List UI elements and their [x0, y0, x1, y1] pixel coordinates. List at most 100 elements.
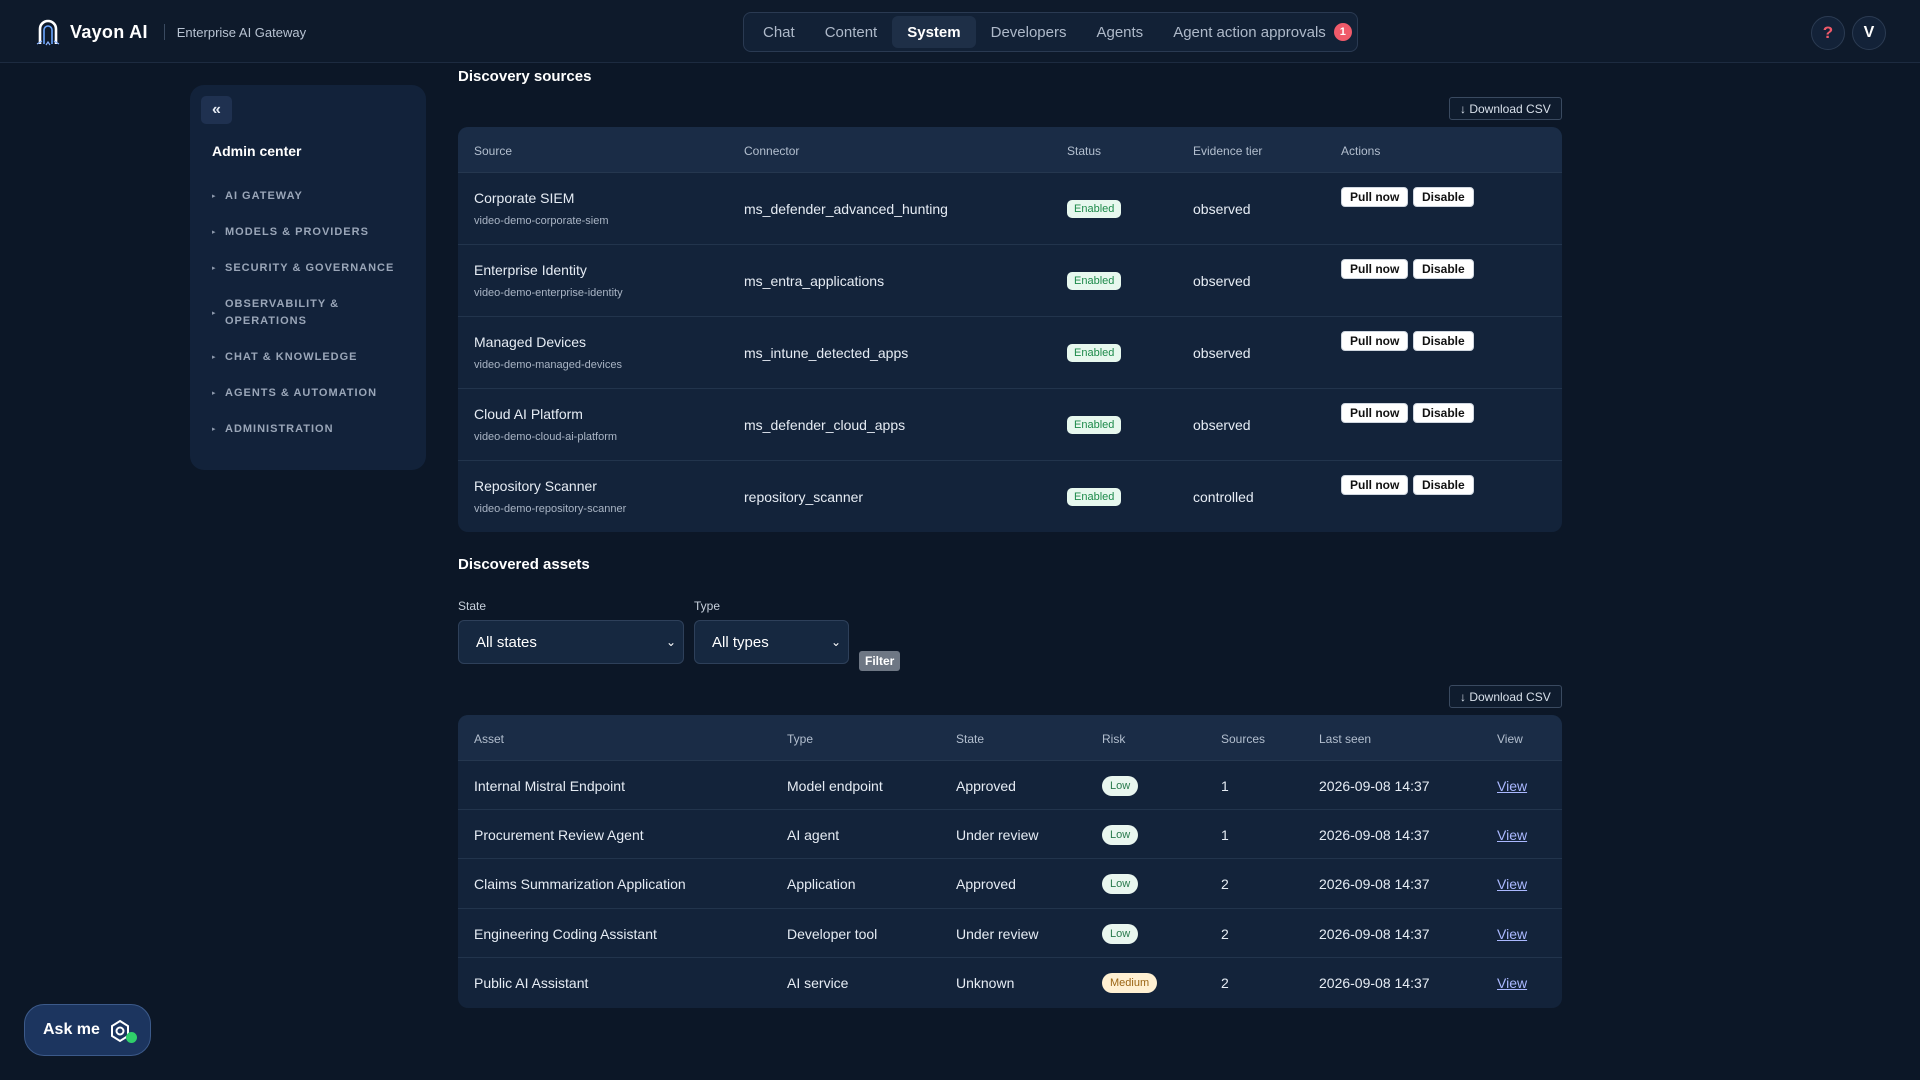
column-header-sources: Sources	[1221, 732, 1266, 746]
risk-badge: Low	[1102, 924, 1139, 944]
chevron-down-icon: ⌄	[830, 635, 841, 649]
evidence-tier: observed	[1193, 201, 1251, 217]
chevron-down-icon: ⌄	[665, 635, 676, 649]
user-avatar[interactable]: V	[1852, 16, 1886, 50]
pull-now-button[interactable]: Pull now	[1341, 259, 1409, 279]
type-filter-select[interactable]: All types ⌄	[694, 620, 849, 664]
nav-chat[interactable]: Chat	[748, 16, 810, 48]
collapse-sidebar-button[interactable]: «	[201, 96, 232, 124]
ask-me-button[interactable]: Ask me	[24, 1004, 151, 1056]
asset-sources: 2	[1221, 876, 1229, 892]
nav-developers[interactable]: Developers	[976, 16, 1082, 48]
view-asset-link[interactable]: View	[1497, 876, 1527, 892]
column-header-state: State	[956, 732, 985, 746]
risk-badge: Medium	[1102, 973, 1158, 993]
table-row: Internal Mistral Endpoint Model endpoint…	[458, 761, 1562, 810]
asset-type: Model endpoint	[787, 778, 883, 794]
nav-agent-action-approvals[interactable]: Agent action approvals 1	[1158, 16, 1367, 48]
asset-sources: 2	[1221, 926, 1229, 942]
sidebar-item-administration[interactable]: ▸ ADMINISTRATION	[212, 421, 412, 438]
asset-last-seen: 2026-09-08 14:37	[1319, 876, 1430, 892]
column-header-last-seen: Last seen	[1319, 732, 1372, 746]
column-header-status: Status	[1067, 144, 1102, 158]
help-icon[interactable]: ?	[1811, 16, 1845, 50]
sidebar-item-models-providers[interactable]: ▸ MODELS & PROVIDERS	[212, 224, 412, 241]
chevron-right-icon: ▸	[212, 426, 217, 433]
pull-now-button[interactable]: Pull now	[1341, 403, 1409, 423]
type-filter-label: Type	[694, 599, 721, 613]
nav-content[interactable]: Content	[810, 16, 893, 48]
discovery-sources-title: Discovery sources	[458, 68, 592, 85]
state-filter-value: All states	[476, 633, 537, 651]
sidebar-item-agents-automation[interactable]: ▸ AGENTS & AUTOMATION	[212, 385, 412, 402]
brand-logo-icon	[36, 19, 60, 46]
state-filter-select[interactable]: All states ⌄	[458, 620, 684, 664]
pull-now-button[interactable]: Pull now	[1341, 187, 1409, 207]
disable-button[interactable]: Disable	[1413, 331, 1474, 351]
sidebar-nav: ▸ AI GATEWAY ▸ MODELS & PROVIDERS ▸ SECURIT…	[212, 188, 412, 457]
source-name: Enterprise Identity	[474, 262, 587, 278]
asset-state: Approved	[956, 778, 1016, 794]
sidebar-item-label: MODELS & PROVIDERS	[225, 226, 369, 238]
chevron-right-icon: ▸	[212, 265, 217, 272]
table-row: Public AI Assistant AI service Unknown M…	[458, 958, 1562, 1007]
top-bar: Vayon AI Enterprise AI Gateway Chat Cont…	[0, 0, 1920, 63]
connector-name: repository_scanner	[744, 489, 864, 505]
asset-state: Under review	[956, 926, 1039, 942]
evidence-tier: observed	[1193, 417, 1251, 433]
sidebar-item-security-governance[interactable]: ▸ SECURITY & GOVERNANCE	[212, 260, 412, 277]
source-name: Repository Scanner	[474, 478, 597, 494]
status-badge: Enabled	[1067, 200, 1122, 218]
view-asset-link[interactable]: View	[1497, 827, 1527, 843]
disable-button[interactable]: Disable	[1413, 403, 1474, 423]
table-row: Cloud AI Platform video-demo-cloud-ai-pl…	[458, 389, 1562, 461]
brand[interactable]: Vayon AI Enterprise AI Gateway	[34, 16, 306, 48]
pull-now-button[interactable]: Pull now	[1341, 331, 1409, 351]
disable-button[interactable]: Disable	[1413, 475, 1474, 495]
asset-type: AI agent	[787, 827, 840, 843]
filter-button[interactable]: Filter	[859, 651, 901, 671]
column-header-source: Source	[474, 144, 513, 158]
brand-divider	[163, 24, 165, 40]
nav-system[interactable]: System	[892, 16, 976, 48]
asset-sources: 1	[1221, 778, 1229, 794]
nav-agent-action-approvals-label: Agent action approvals	[1173, 23, 1326, 41]
sidebar-item-label: AI GATEWAY	[225, 190, 303, 202]
chevron-right-icon: ▸	[212, 354, 217, 361]
admin-sidebar: « Admin center ▸ AI GATEWAY ▸ MODELS & PRO…	[190, 85, 426, 470]
evidence-tier: controlled	[1193, 489, 1254, 505]
pull-now-button[interactable]: Pull now	[1341, 475, 1409, 495]
status-badge: Enabled	[1067, 344, 1122, 362]
disable-button[interactable]: Disable	[1413, 259, 1474, 279]
brand-subtitle: Enterprise AI Gateway	[176, 24, 307, 40]
source-name: Cloud AI Platform	[474, 406, 583, 422]
asset-sources: 1	[1221, 827, 1229, 843]
evidence-tier: observed	[1193, 273, 1251, 289]
asset-type: Developer tool	[787, 926, 878, 942]
sidebar-item-label: ADMINISTRATION	[225, 423, 334, 435]
asset-name: Procurement Review Agent	[474, 827, 644, 843]
column-header-evidence-tier: Evidence tier	[1193, 144, 1263, 158]
nav-agents[interactable]: Agents	[1081, 16, 1158, 48]
online-status-dot	[126, 1032, 137, 1043]
asset-type: Application	[787, 876, 856, 892]
view-asset-link[interactable]: View	[1497, 975, 1527, 991]
sidebar-item-observability-operations[interactable]: ▸ OBSERVABILITY & OPERATIONS	[212, 296, 412, 330]
column-header-actions: Actions	[1341, 144, 1381, 158]
connector-name: ms_intune_detected_apps	[744, 345, 909, 361]
column-header-type: Type	[787, 732, 814, 746]
discovery-download-csv-button[interactable]: ↓ Download CSV	[1449, 97, 1562, 120]
view-asset-link[interactable]: View	[1497, 926, 1527, 942]
chevron-right-icon: ▸	[212, 229, 217, 236]
assets-table-header: Asset Type State Risk Sources Last seen …	[458, 715, 1562, 761]
discovered-assets-title: Discovered assets	[458, 556, 590, 573]
view-asset-link[interactable]: View	[1497, 778, 1527, 794]
disable-button[interactable]: Disable	[1413, 187, 1474, 207]
chevron-right-icon: ▸	[212, 310, 217, 317]
table-row: Procurement Review Agent AI agent Under …	[458, 810, 1562, 859]
assets-download-csv-button[interactable]: ↓ Download CSV	[1449, 685, 1562, 708]
state-filter-label: State	[458, 599, 487, 613]
sidebar-item-chat-knowledge[interactable]: ▸ CHAT & KNOWLEDGE	[212, 349, 412, 366]
sidebar-item-ai-gateway[interactable]: ▸ AI GATEWAY	[212, 188, 412, 205]
sidebar-item-label: OBSERVABILITY & OPERATIONS	[225, 298, 340, 327]
